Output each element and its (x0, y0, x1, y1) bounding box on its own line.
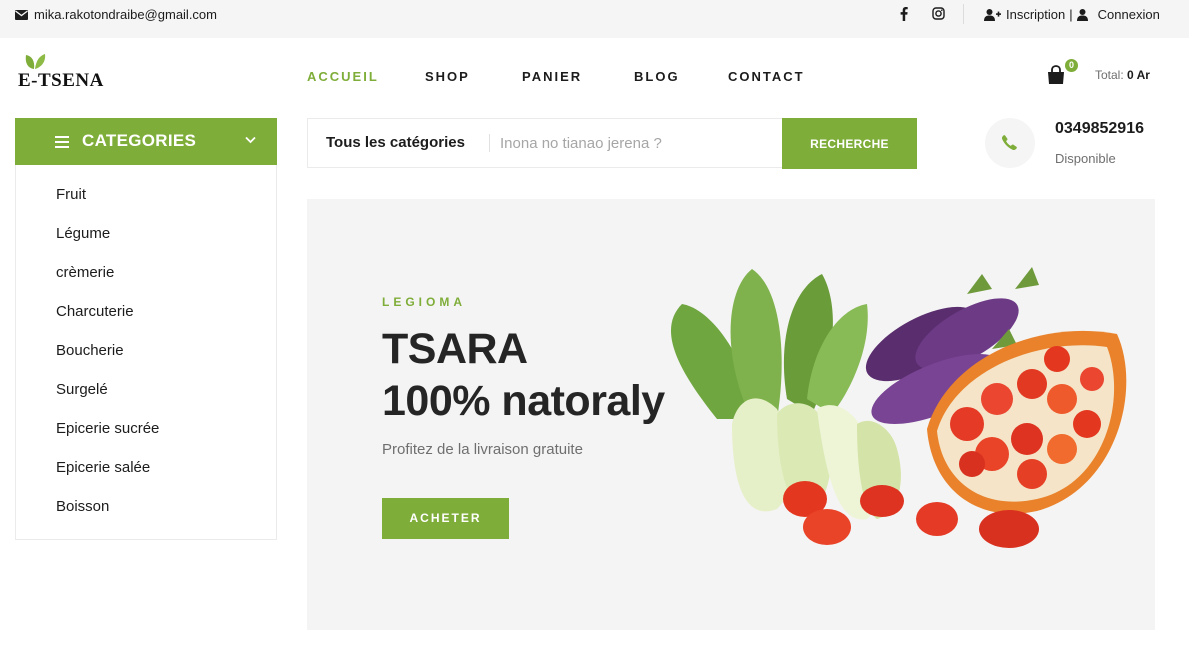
auth-links: Inscription | Connexion (984, 7, 1160, 22)
total-value: 0 Ar (1127, 68, 1150, 82)
logo-text: E-TSENA (18, 70, 104, 91)
email-text: mika.rakotondraibe@gmail.com (34, 7, 217, 22)
category-item-fruit[interactable]: Fruit (56, 186, 86, 203)
category-item-surgele[interactable]: Surgelé (56, 381, 108, 398)
cart-total: Total: 0 Ar (1095, 68, 1150, 82)
search-button[interactable]: RECHERCHE (782, 118, 917, 169)
facebook-icon (900, 7, 908, 21)
instagram-link[interactable] (932, 7, 945, 20)
category-item-boisson[interactable]: Boisson (56, 498, 109, 515)
category-item-boucherie[interactable]: Boucherie (56, 342, 124, 359)
search-category-select[interactable]: Tous les catégories (326, 134, 465, 151)
leaf-logo-icon (25, 54, 46, 69)
auth-separator: | (1069, 7, 1073, 22)
nav-blog[interactable]: BLOG (634, 69, 680, 84)
topbar-divider (963, 4, 964, 24)
chevron-down-icon (245, 136, 256, 144)
vegetables-illustration (670, 267, 1127, 548)
phone-availability: Disponible (1055, 151, 1116, 166)
envelope-icon (15, 9, 28, 20)
buy-button[interactable]: ACHETER (382, 498, 509, 539)
phone-icon (1002, 135, 1017, 150)
login-link[interactable]: Connexion (1098, 7, 1160, 22)
nav-contact[interactable]: CONTACT (728, 69, 805, 84)
hero-title-line1: TSARA (382, 325, 528, 373)
bok-choy-image (670, 269, 901, 520)
categories-toggle[interactable]: CATEGORIES (15, 118, 277, 165)
hero-subtitle: Profitez de la livraison gratuite (382, 441, 583, 458)
hamburger-menu-icon (55, 136, 69, 148)
search-bar: Tous les catégories RECHERCHE (307, 118, 917, 169)
categories-title: CATEGORIES (82, 131, 197, 150)
phone-number[interactable]: 0349852916 (1055, 120, 1144, 138)
instagram-icon (932, 7, 945, 20)
contact-email[interactable]: mika.rakotondraibe@gmail.com (15, 7, 217, 22)
user-plus-icon (984, 8, 1001, 21)
search-input[interactable] (500, 127, 770, 159)
category-item-cremerie[interactable]: crèmerie (56, 264, 114, 281)
shopping-bag-icon (1048, 65, 1064, 84)
register-link[interactable]: Inscription (1006, 7, 1065, 22)
category-item-legume[interactable]: Légume (56, 225, 110, 242)
top-bar: mika.rakotondraibe@gmail.com Inscription… (0, 0, 1189, 38)
hero-eyebrow: LEGIOMA (382, 295, 466, 309)
hero-banner: LEGIOMA TSARA 100% natoraly Profitez de … (307, 199, 1155, 630)
search-divider (489, 134, 490, 152)
cart-count-badge: 0 (1065, 59, 1078, 72)
nav-shop[interactable]: SHOP (425, 69, 470, 84)
categories-list: Fruit Légume crèmerie Charcuterie Bouche… (15, 165, 277, 540)
facebook-link[interactable] (900, 7, 908, 21)
category-item-charcuterie[interactable]: Charcuterie (56, 303, 134, 320)
nav-panier[interactable]: PANIER (522, 69, 582, 84)
nav-accueil[interactable]: ACCUEIL (307, 69, 379, 84)
total-label: Total: (1095, 68, 1124, 82)
category-item-epicerie-sucree[interactable]: Epicerie sucrée (56, 420, 159, 437)
category-item-epicerie-salee[interactable]: Epicerie salée (56, 459, 150, 476)
hero-title-line2: 100% natoraly (382, 377, 665, 425)
site-logo[interactable]: E-TSENA (18, 52, 128, 92)
user-icon (1076, 8, 1088, 21)
phone-icon-circle (985, 118, 1035, 168)
cart-button[interactable]: 0 (1046, 59, 1078, 88)
